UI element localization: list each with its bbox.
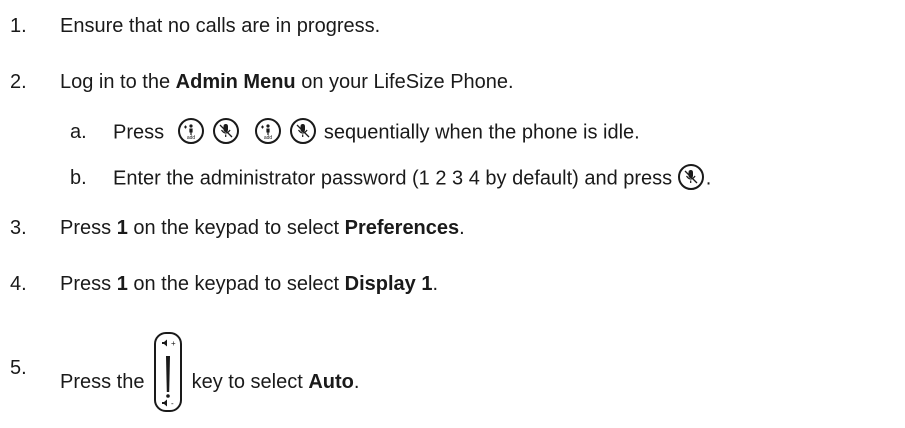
step-text-mid: on the keypad to select [127,273,345,295]
step-text-post: on your LifeSize Phone. [295,71,514,93]
step-text: Press 1 on the keypad to select Display … [60,272,438,296]
step-text-post: . [432,273,439,295]
step-number: 5. [10,357,27,379]
volume-up-label: + [171,339,176,348]
mute-mic-icon [290,118,317,144]
step-text-pre: Enter the administrator password (1 2 3 … [113,167,678,190]
step-text-pre: Press [60,217,117,239]
preferences-label: Preferences [344,217,460,239]
admin-menu-label: Admin Menu [175,71,296,93]
mute-mic-icon [677,164,704,190]
step-number: 3. [10,217,27,239]
step-number: b. [70,167,87,189]
step-text-pre: Press [60,273,117,295]
step-text-pre: Log in to the [60,71,176,93]
step-text: Press 1 on the keypad to select Preferen… [60,216,465,240]
auto-label: Auto [308,371,354,393]
step-text-mid: on the keypad to select [127,217,345,239]
step-text-post: sequentially when the phone is idle. [318,121,640,144]
step-number: a. [70,121,87,143]
add-call-icon: add [254,118,281,144]
step-text: Press add add sequentially when the phon… [113,118,640,146]
step-text: Log in to the Admin Menu on your LifeSiz… [60,70,514,94]
add-call-icon: add [177,118,204,144]
keypad-key: 1 [116,217,128,239]
step-text: Press the + - key to select Auto. [60,326,360,412]
step-text-post: . [353,371,360,393]
step-number: 2. [10,71,27,93]
display-1-label: Display 1 [344,273,433,295]
step-text-pre: Press the [60,371,151,393]
add-icon-label: add [264,135,273,141]
step-text: Enter the administrator password (1 2 3 … [113,164,712,192]
volume-down-label: - [171,399,174,408]
step-text-post: . [705,167,712,190]
volume-key-icon: + - [154,332,183,412]
step-text-post: . [459,217,465,239]
mute-mic-icon [213,118,240,144]
step-text: Ensure that no calls are in progress. [60,15,381,37]
step-number: 4. [10,273,27,295]
keypad-key: 1 [116,273,128,295]
step-number: 1. [10,15,27,37]
add-icon-label: add [187,135,196,141]
step-text-pre: Press [113,121,165,144]
step-text-mid: key to select [186,371,309,393]
